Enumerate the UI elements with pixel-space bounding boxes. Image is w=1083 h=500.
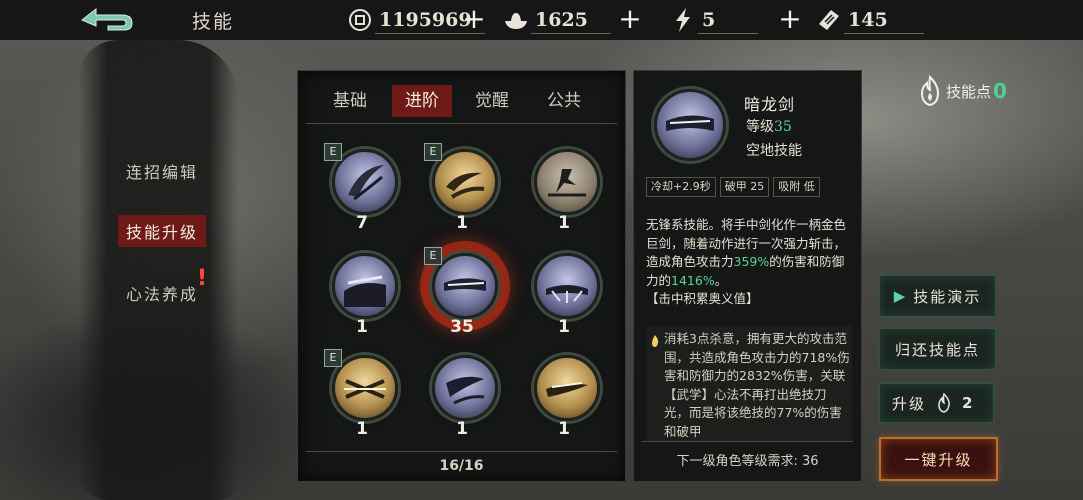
skill-slot-2[interactable]: E 1 <box>424 143 498 239</box>
skill-slot-6[interactable]: 1 <box>528 253 600 343</box>
add-energy-button[interactable]: + <box>776 5 804 34</box>
skill-detail-icon <box>654 89 726 161</box>
level-requirement: 下一级角色等级需求: 36 <box>676 454 819 469</box>
skill-effect-box[interactable]: 消耗3点杀意，拥有更大的攻击范围，共造成角色攻击力的718%伤害和防御力的283… <box>646 326 852 441</box>
skill-level: 1 <box>356 317 368 337</box>
resource-tickets: 145 <box>816 4 926 36</box>
equipped-badge: E <box>324 143 342 161</box>
sidebar-item-combo-edit[interactable]: 连招编辑 <box>118 155 206 187</box>
skill-level-line: 等级35 <box>746 116 792 136</box>
coin-icon <box>347 7 373 33</box>
skill-level: 1 <box>558 213 570 233</box>
energy-underline <box>698 33 758 34</box>
flame-bullet-icon <box>652 335 659 347</box>
desc-percent-1: 359% <box>733 254 770 269</box>
flame-icon <box>920 75 940 107</box>
skill-level: 1 <box>558 317 570 337</box>
skill-level: 1 <box>356 419 368 439</box>
skill-demo-label: 技能演示 <box>913 287 982 306</box>
add-ingots-button[interactable]: + <box>616 5 644 34</box>
skill-effect-text: 消耗3点杀意，拥有更大的攻击范围，共造成角色攻击力的718%伤害和防御力的283… <box>664 331 850 439</box>
desc-percent-2: 1416% <box>671 272 715 288</box>
skill-level: 7 <box>356 213 368 233</box>
silver-ingot-icon <box>503 7 529 33</box>
tab-basic[interactable]: 基础 <box>320 85 380 117</box>
skill-slot-9[interactable]: 1 <box>528 355 600 445</box>
skill-point-flame-icon <box>938 393 950 413</box>
skill-page-count: 16/16 <box>439 458 484 474</box>
skill-name: 暗龙剑 <box>744 95 796 114</box>
tickets-value: 145 <box>848 9 888 31</box>
equipped-badge: E <box>424 247 442 265</box>
stat-cooldown: 冷却+2.9秒 <box>646 177 716 197</box>
coins-value: 1195969 <box>379 9 472 31</box>
skill-level: 35 <box>450 317 474 337</box>
upgrade-button[interactable]: 升级 2 <box>879 383 994 423</box>
skill-detail-panel: 暗龙剑 等级35 空地技能 冷却+2.9秒 破甲 25 吸附 低 无锋系技能。将… <box>633 70 862 482</box>
resource-energy: 5 <box>670 4 760 36</box>
skill-level-value: 35 <box>774 119 792 135</box>
tab-common[interactable]: 公共 <box>534 85 594 117</box>
skill-icon-dash <box>534 149 600 215</box>
equipped-badge: E <box>424 143 442 161</box>
ingots-underline <box>531 33 611 34</box>
skill-stats: 冷却+2.9秒 破甲 25 吸附 低 <box>646 177 852 197</box>
resource-ingots: 1625 <box>503 4 613 36</box>
upgrade-label: 升级 <box>892 394 927 413</box>
page-title: 技能 <box>192 11 235 33</box>
ticket-icon <box>816 7 842 33</box>
skill-points-value: 0 <box>993 79 1007 103</box>
sidebar-item-mind-method[interactable]: 心法养成 <box>118 277 206 309</box>
refund-label: 归还技能点 <box>894 340 980 359</box>
skill-slot-5-selected[interactable]: E 35 <box>424 247 498 343</box>
skill-level-label: 等级 <box>746 119 774 135</box>
desc-tag: 【击中积累奥义值】 <box>646 291 759 306</box>
top-bar: 技能 1195969 + 1625 + 5 + 145 <box>0 0 1083 40</box>
skill-slot-3[interactable]: 1 <box>528 149 600 239</box>
skill-demo-button[interactable]: ▶ 技能演示 <box>879 275 996 317</box>
skill-level: 1 <box>456 213 468 233</box>
sidebar-item-skill-upgrade[interactable]: 技能升级 <box>118 215 207 247</box>
back-arrow-icon <box>81 7 133 31</box>
skill-icon-blade-rush <box>534 355 600 421</box>
skill-type: 空地技能 <box>746 143 802 159</box>
refund-skill-points-button[interactable]: 归还技能点 <box>879 328 996 370</box>
add-coins-button[interactable]: + <box>460 5 488 34</box>
tab-advanced[interactable]: 进阶 <box>392 85 452 117</box>
skill-level: 1 <box>558 419 570 439</box>
desc-part-3: 。 <box>714 272 728 288</box>
skill-level: 1 <box>456 419 468 439</box>
skill-slot-4[interactable]: 1 <box>326 253 398 343</box>
alert-badge: ! <box>197 266 208 291</box>
skill-tabs: 基础 进阶 觉醒 公共 <box>298 85 625 117</box>
skill-slot-8[interactable]: 1 <box>426 355 498 445</box>
one-click-upgrade-button[interactable]: 一键升级 <box>879 437 998 481</box>
equipped-badge: E <box>324 349 342 367</box>
energy-value: 5 <box>702 9 716 31</box>
skill-icon-ground-strike <box>534 253 600 319</box>
back-button[interactable] <box>74 4 140 36</box>
skill-points-label: 技能点 <box>946 82 992 101</box>
skill-description: 无锋系技能。将手中剑化作一柄金色巨剑，随着动作进行一次强力斩击，造成角色攻击力3… <box>646 216 852 309</box>
play-icon: ▶ <box>893 287 908 305</box>
skill-grid-panel: 基础 进阶 觉醒 公共 E 7 E 1 1 1 E 35 1 E 1 1 1 1… <box>297 70 626 482</box>
skill-slot-1[interactable]: E 7 <box>324 143 398 239</box>
skill-icon-flurry <box>432 355 498 421</box>
tab-awaken[interactable]: 觉醒 <box>462 85 522 117</box>
ingots-value: 1625 <box>535 9 588 31</box>
requirement-divider <box>642 441 853 442</box>
skill-slot-7[interactable]: E 1 <box>324 349 398 445</box>
stat-pull: 吸附 低 <box>773 177 820 197</box>
upgrade-cost: 2 <box>962 394 975 412</box>
grid-divider <box>306 451 617 452</box>
tab-divider <box>306 123 617 124</box>
stat-armor-break: 破甲 25 <box>719 177 770 197</box>
one-click-label: 一键升级 <box>904 450 973 469</box>
lightning-icon <box>670 7 696 33</box>
skill-icon-wave <box>332 253 398 319</box>
tickets-underline <box>844 33 924 34</box>
skill-points: 技能点 0 <box>918 75 1007 107</box>
ink-brush-backdrop <box>78 40 238 500</box>
